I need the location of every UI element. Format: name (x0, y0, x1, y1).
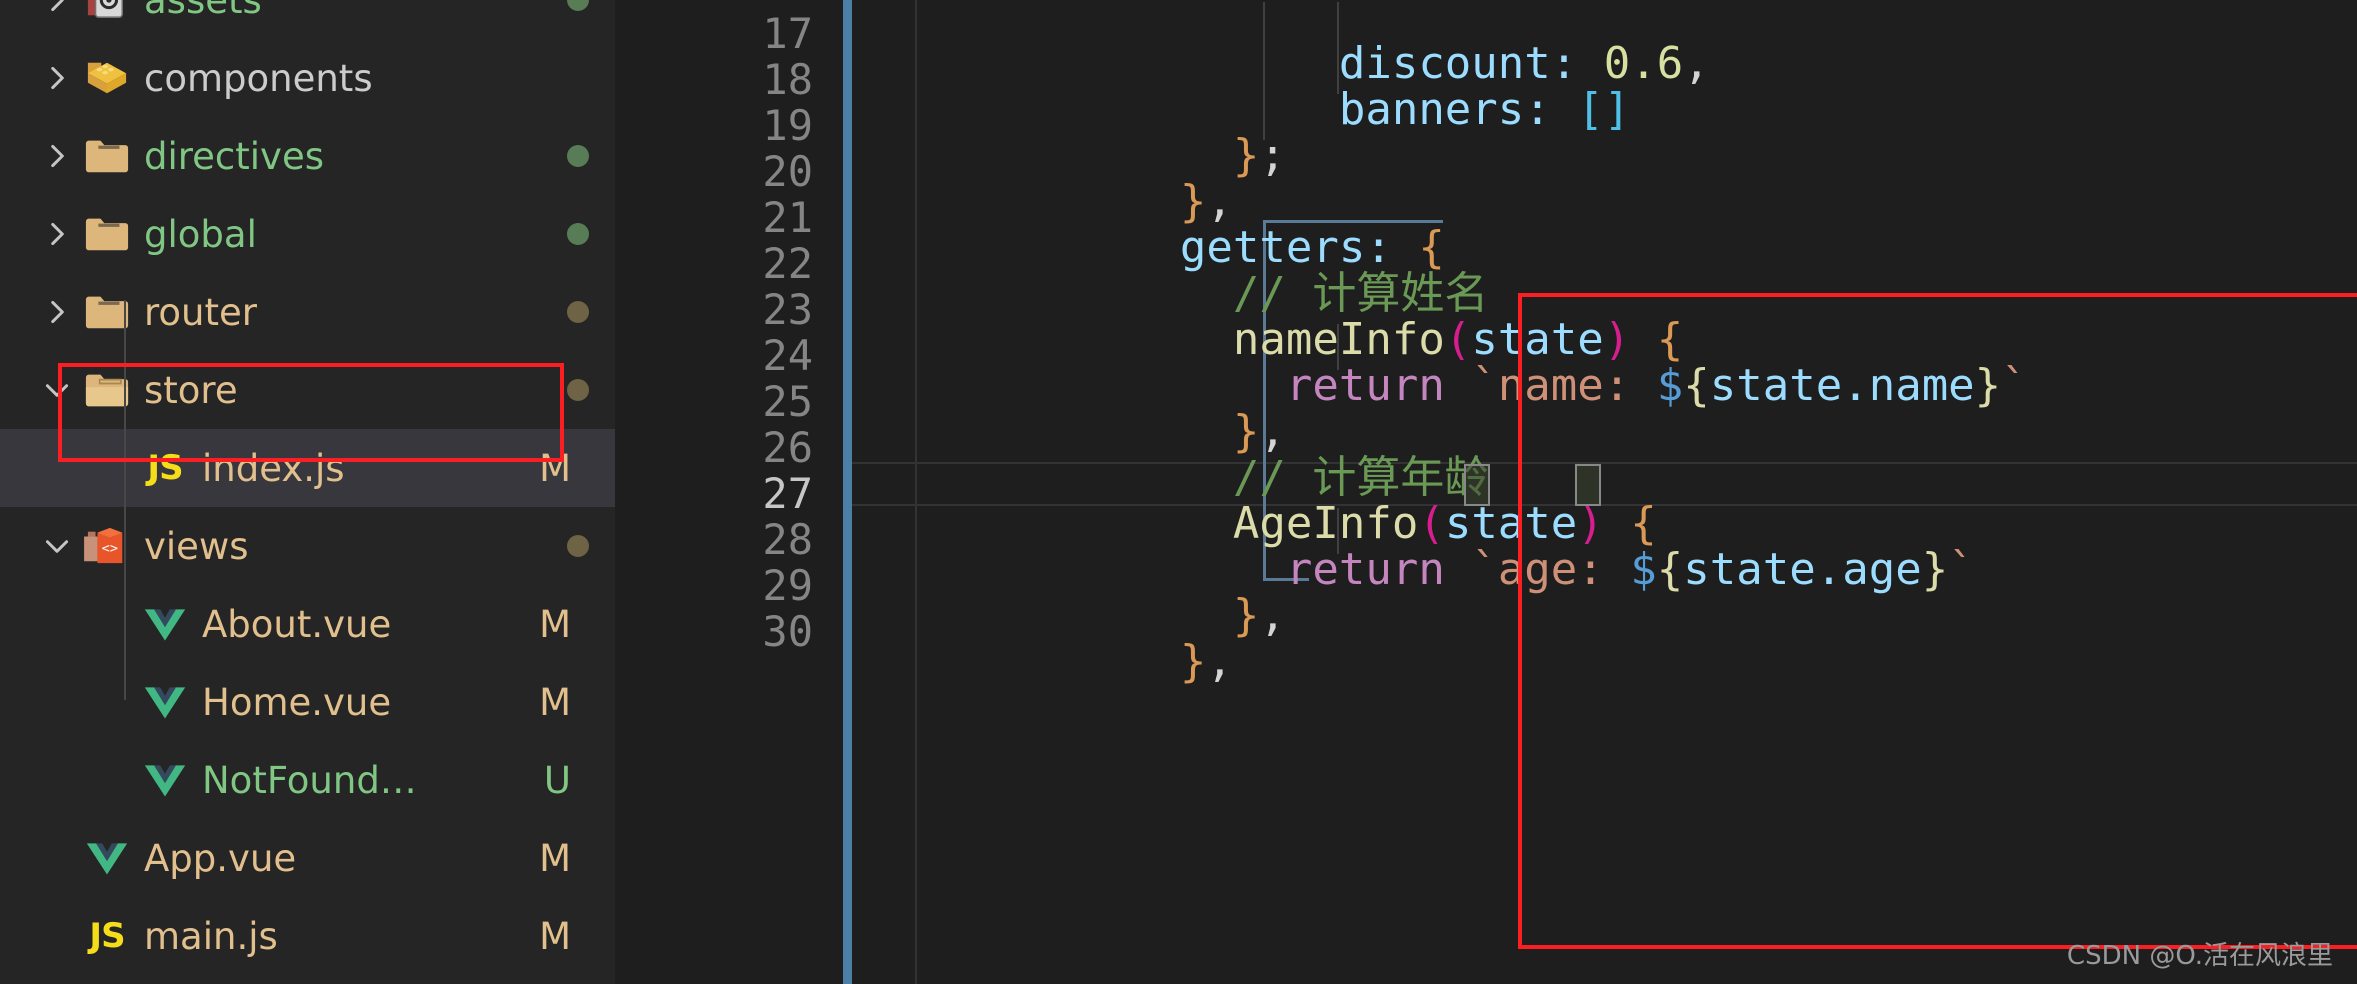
status-dot (567, 535, 589, 557)
tree-item-label: About.vue (202, 602, 392, 646)
tree-item-label: Home.vue (202, 680, 392, 724)
tree-item-label: components (144, 56, 373, 100)
code-line-19[interactable]: }; (915, 87, 1286, 179)
folder-icon (80, 136, 134, 176)
token-close-brace: } (1232, 590, 1260, 641)
tree-item-label: router (144, 290, 257, 334)
code-line-24[interactable]: return `name: ${state.name}` (915, 317, 2028, 409)
chevron-right-icon[interactable] (34, 61, 80, 95)
token-curly-open: { (1656, 544, 1684, 595)
tree-item-components[interactable]: components (0, 39, 615, 117)
token-expr-state-age: state.age (1683, 544, 1922, 595)
vue-file-icon (138, 761, 192, 799)
code-line-29[interactable]: }, (915, 547, 1286, 639)
tree-item-about-vue[interactable]: About.vue M (0, 585, 615, 663)
token-comma: , (1683, 38, 1710, 89)
tree-item-assets[interactable]: assets (0, 0, 615, 39)
vue-file-icon (138, 605, 192, 643)
tree-item-views[interactable]: <> views (0, 507, 615, 585)
git-status-letter: M (539, 914, 571, 958)
code-content[interactable]: discount: 0.6, banners: [] }; }, getters… (615, 0, 2357, 984)
tree-item-global[interactable]: global (0, 195, 615, 273)
tree-item-app-vue[interactable]: App.vue M (0, 819, 615, 897)
git-status-letter: M (539, 602, 571, 646)
folder-components-icon (80, 57, 134, 99)
chevron-right-icon[interactable] (34, 0, 80, 17)
token-backtick: ` (1948, 544, 1975, 595)
token-expr-state-name: state.name (1709, 360, 1975, 411)
chevron-right-icon[interactable] (34, 139, 80, 173)
token-comma: , (1206, 636, 1233, 687)
token-keyword-return: return (1285, 360, 1445, 411)
tree-item-notfound-[interactable]: NotFound… U (0, 741, 615, 819)
token-curly-close: } (1921, 544, 1949, 595)
tree-item-label: assets (144, 0, 262, 22)
code-line-23[interactable]: nameInfo(state) { (915, 271, 1683, 363)
tree-item-label: App.vue (144, 836, 297, 880)
code-line-28[interactable]: return `age: ${state.age}` (915, 501, 1975, 593)
token-semicolon: ; (1259, 130, 1286, 181)
git-status-letter: M (539, 446, 571, 490)
status-dot (567, 379, 589, 401)
tree-item-label: index.js (202, 446, 345, 490)
code-line-30[interactable]: }, (915, 593, 1233, 685)
token-curly-open: { (1683, 360, 1710, 411)
tree-item-router[interactable]: router (0, 273, 615, 351)
code-line-20[interactable]: }, (915, 133, 1233, 225)
tree-item-directives[interactable]: directives (0, 117, 615, 195)
git-status-letter: M (539, 680, 571, 724)
tree-item-index-js[interactable]: JS index.js M (0, 429, 615, 507)
code-line-21[interactable]: getters: { (915, 179, 1445, 271)
token-close-brace: } (1232, 130, 1260, 181)
tree-item-label: global (144, 212, 257, 256)
status-dot (567, 223, 589, 245)
token-template-open-age: `age: (1471, 544, 1631, 595)
svg-text:<>: <> (102, 542, 118, 557)
status-dot (567, 301, 589, 323)
csdn-watermark: CSDN @O.活在风浪里 (2066, 941, 2333, 971)
token-banners-key: banners: (1338, 84, 1551, 135)
tree-item-label: main.js (144, 914, 278, 958)
code-line-26[interactable]: // 计算年龄 (915, 409, 1488, 501)
token-banners-value: [] (1577, 84, 1631, 135)
tree-item-label: views (144, 524, 249, 568)
token-dollar: $ (1656, 360, 1684, 411)
git-status-letter: M (539, 836, 571, 880)
token-close-brace: } (1179, 636, 1207, 687)
code-line-18[interactable]: banners: [] (915, 41, 1630, 133)
status-dot (567, 145, 589, 167)
token-comma: , (1259, 590, 1286, 641)
tree-item-label: NotFound… (202, 758, 417, 802)
vue-file-icon (138, 683, 192, 721)
code-line-27[interactable]: AgeInfo(state) { (915, 455, 1657, 547)
chevron-right-icon[interactable] (34, 217, 80, 251)
code-line-22[interactable]: // 计算姓名 (915, 225, 1488, 317)
chevron-down-icon[interactable] (34, 529, 80, 563)
tree-item-home-vue[interactable]: Home.vue M (0, 663, 615, 741)
code-line-25[interactable]: }, (915, 363, 1286, 455)
chevron-right-icon[interactable] (34, 295, 80, 329)
tree-item-label: store (144, 368, 238, 412)
tree-indent-guide (124, 300, 126, 700)
file-explorer-sidebar[interactable]: assets components directives global router st… (0, 0, 615, 984)
token-template-open-name: `name: (1471, 360, 1657, 411)
chevron-down-icon[interactable] (34, 373, 80, 407)
token-backtick: ` (2001, 360, 2028, 411)
code-editor[interactable]: 17 18 19 20 21 22 23 24 25 26 27 28 29 30 discount: 0… (615, 0, 2357, 984)
token-keyword-return: return (1285, 544, 1445, 595)
folder-icon (80, 214, 134, 254)
tree-item-store[interactable]: store (0, 351, 615, 429)
tree-item-label: directives (144, 134, 324, 178)
git-status-letter: U (543, 758, 571, 802)
js-file-icon: JS (147, 448, 183, 488)
token-dollar: $ (1630, 544, 1657, 595)
folder-assets-icon (80, 0, 134, 21)
vscode-window: assets components directives global router st… (0, 0, 2357, 984)
vue-file-icon (80, 839, 134, 877)
js-file-icon: JS (89, 916, 125, 956)
token-curly-close: } (1974, 360, 2002, 411)
tree-item-main-js[interactable]: JS main.js M (0, 897, 615, 975)
code-line-17[interactable]: discount: 0.6, (915, 0, 1710, 87)
